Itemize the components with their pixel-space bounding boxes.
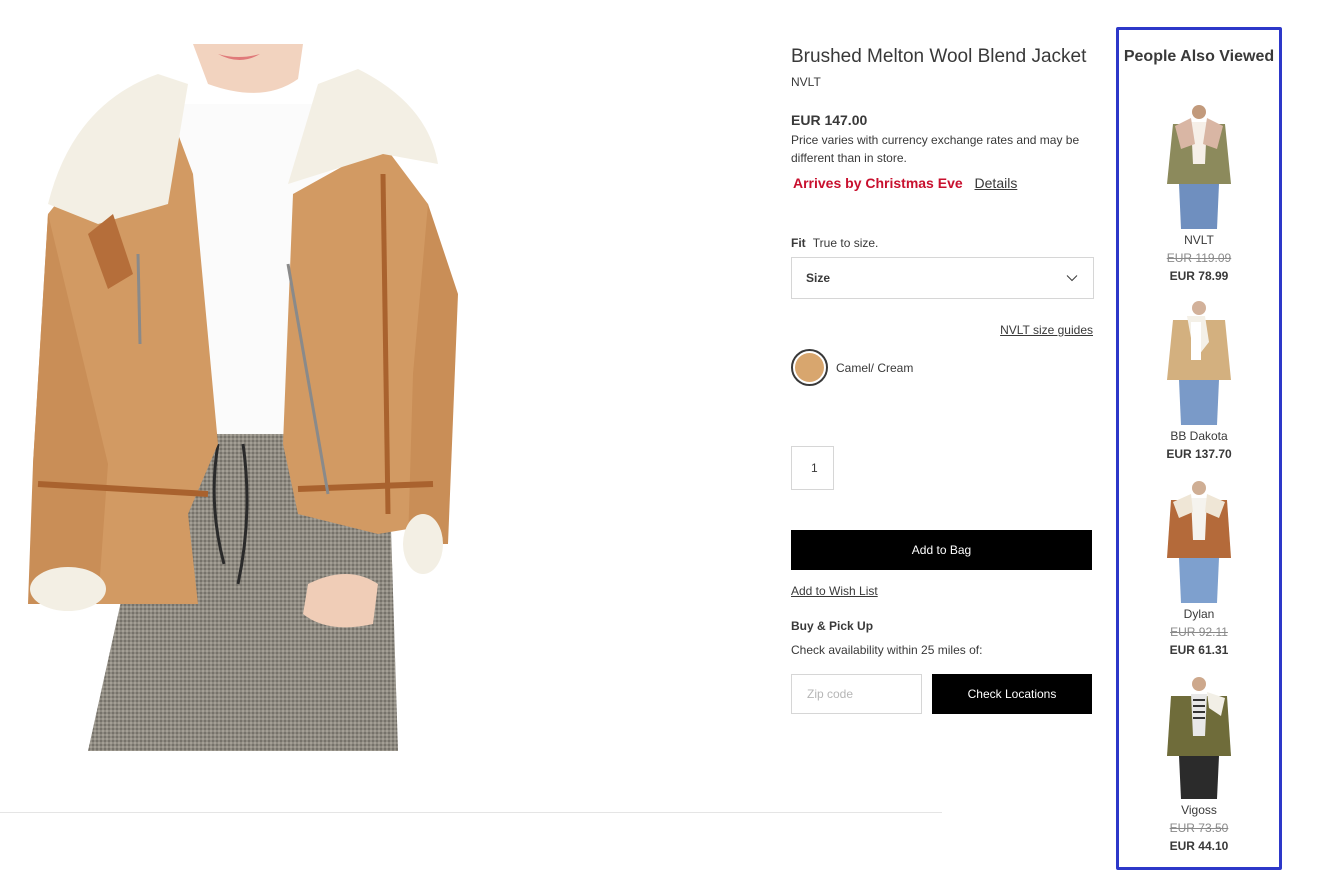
size-dropdown[interactable]: Size <box>791 257 1094 299</box>
recommendation-thumbnail <box>1161 478 1237 603</box>
size-guides-link[interactable]: NVLT size guides <box>1000 323 1093 337</box>
product-price: EUR 147.00 <box>791 112 868 128</box>
recommendation-item[interactable]: BB Dakota EUR 137.70 <box>1119 300 1279 463</box>
swatch-fill <box>795 353 824 382</box>
fit-label: Fit <box>791 236 806 250</box>
jacket-photo <box>28 44 482 751</box>
recommendation-price: EUR 137.70 <box>1166 447 1232 461</box>
recommendation-price: EUR 61.31 <box>1169 643 1229 657</box>
product-info-panel: Brushed Melton Wool Blend Jacket NVLT EU… <box>791 44 1094 714</box>
recommendation-original-price: EUR 92.11 <box>1170 625 1228 639</box>
chevron-down-icon <box>1066 275 1078 282</box>
recommendation-item[interactable]: NVLT EUR 119.09 EUR 78.99 <box>1119 104 1279 285</box>
delivery-details-link[interactable]: Details <box>975 175 1018 191</box>
product-title: Brushed Melton Wool Blend Jacket <box>791 46 1087 67</box>
product-main-image[interactable] <box>28 44 482 751</box>
fit-value: True to size. <box>812 236 879 250</box>
page-divider <box>0 812 942 813</box>
add-to-wishlist-link[interactable]: Add to Wish List <box>791 584 878 598</box>
pickup-form: Check Locations <box>791 674 1093 714</box>
fit-info: Fit True to size. <box>791 235 1093 251</box>
recommendation-original-price: EUR 119.09 <box>1166 251 1232 265</box>
arrival-message: Arrives by Christmas Eve <box>793 175 963 191</box>
recommendation-price: EUR 78.99 <box>1169 269 1229 283</box>
product-brand-link[interactable]: NVLT <box>791 74 1093 90</box>
recommendation-brand: BB Dakota <box>1170 429 1228 443</box>
people-also-viewed-panel: People Also Viewed NVLT EUR 119.09 EUR 7… <box>1116 27 1282 870</box>
add-to-bag-button[interactable]: Add to Bag <box>791 530 1092 570</box>
recommendation-price: EUR 44.10 <box>1169 839 1229 853</box>
check-locations-button[interactable]: Check Locations <box>932 674 1092 714</box>
recommendation-brand: NVLT <box>1184 233 1214 247</box>
recommendation-thumbnail <box>1161 300 1237 425</box>
size-guides-row: NVLT size guides <box>791 323 1093 337</box>
color-selector: Camel/ Cream <box>791 349 1093 386</box>
pickup-title: Buy & Pick Up <box>791 619 874 633</box>
size-dropdown-label: Size <box>806 271 831 285</box>
color-swatch-camel[interactable] <box>791 349 828 386</box>
selected-color-name: Camel/ Cream <box>836 360 914 375</box>
people-also-viewed-title: People Also Viewed <box>1123 48 1275 65</box>
recommendation-brand: Vigoss <box>1181 803 1217 817</box>
zip-code-input[interactable] <box>791 674 922 714</box>
recommendation-thumbnail <box>1161 104 1237 229</box>
delivery-estimate: Arrives by Christmas Eve Details <box>791 173 1093 193</box>
recommendation-brand: Dylan <box>1183 607 1215 621</box>
pickup-note: Check availability within 25 miles of: <box>791 643 983 657</box>
recommendation-thumbnail <box>1161 674 1237 799</box>
recommendation-item[interactable]: Vigoss EUR 73.50 EUR 44.10 <box>1119 674 1279 855</box>
recommendation-original-price: EUR 73.50 <box>1169 821 1229 835</box>
quantity-input[interactable]: 1 <box>791 446 834 490</box>
recommendation-item[interactable]: Dylan EUR 92.11 EUR 61.31 <box>1119 478 1279 659</box>
price-disclaimer: Price varies with currency exchange rate… <box>791 133 1080 165</box>
